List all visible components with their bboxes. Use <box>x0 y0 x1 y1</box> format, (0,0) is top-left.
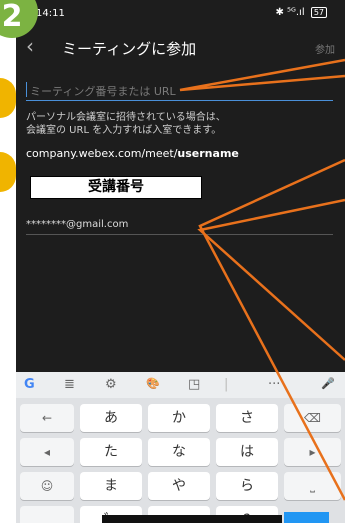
callout-2 <box>198 158 345 501</box>
callout-lines <box>179 58 345 501</box>
callout-1 <box>179 58 345 92</box>
callout-3 <box>197 198 345 361</box>
